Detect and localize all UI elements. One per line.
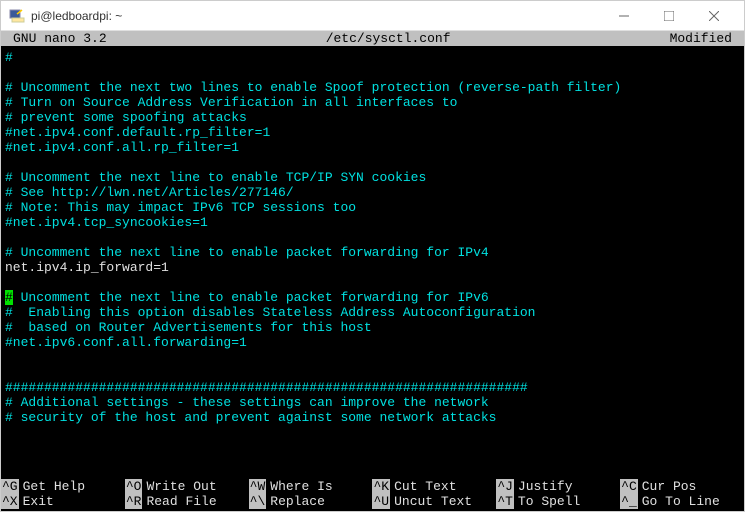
shortcut-label: Justify	[518, 479, 573, 494]
window-titlebar: pi@ledboardpi: ~	[1, 1, 744, 31]
shortcut-key: ^X	[1, 494, 19, 509]
editor-line: # Turn on Source Address Verification in…	[5, 95, 744, 110]
editor-line: # security of the host and prevent again…	[5, 410, 744, 425]
shortcut-label: Exit	[23, 494, 54, 509]
terminal-window: pi@ledboardpi: ~ GNU nano 3.2 /etc/sysct…	[0, 0, 745, 512]
shortcut-key: ^K	[372, 479, 390, 494]
nano-modified-status: Modified	[670, 31, 732, 46]
editor-line: # Additional settings - these settings c…	[5, 395, 744, 410]
editor-line	[5, 230, 744, 245]
shortcut-item: ^\Replace	[249, 494, 373, 509]
shortcut-item: ^G Get Help	[1, 479, 125, 494]
shortcut-row: ^GGet Help^OWrite Out^WWhere Is^KCut Tex…	[1, 479, 744, 494]
shortcut-label: Uncut Text	[394, 494, 472, 509]
shortcut-item: ^X Exit	[1, 494, 125, 509]
editor-line: # prevent some spoofing attacks	[5, 110, 744, 125]
shortcut-label: Replace	[270, 494, 325, 509]
shortcut-key: ^W	[249, 479, 267, 494]
shortcut-key: ^U	[372, 494, 390, 509]
shortcut-key: ^C	[620, 479, 638, 494]
editor-content[interactable]: # # Uncomment the next two lines to enabl…	[1, 46, 744, 479]
shortcut-key: ^G	[1, 479, 19, 494]
editor-line	[5, 275, 744, 290]
editor-line: # Enabling this option disables Stateles…	[5, 305, 744, 320]
shortcut-item: ^K Cut Text	[372, 479, 496, 494]
shortcut-item: ^RRead File	[125, 494, 249, 509]
editor-line: net.ipv4.ip_forward=1	[5, 260, 744, 275]
shortcut-label: Get Help	[23, 479, 85, 494]
window-title: pi@ledboardpi: ~	[31, 9, 601, 23]
editor-line: #net.ipv4.conf.default.rp_filter=1	[5, 125, 744, 140]
nano-status-bar: GNU nano 3.2 /etc/sysctl.conf Modified	[1, 31, 744, 46]
editor-line	[5, 155, 744, 170]
editor-line: #net.ipv4.conf.all.rp_filter=1	[5, 140, 744, 155]
close-button[interactable]	[691, 2, 736, 30]
editor-line: # Uncomment the next line to enable TCP/…	[5, 170, 744, 185]
shortcut-label: Cur Pos	[642, 479, 697, 494]
shortcut-label: Where Is	[270, 479, 332, 494]
shortcut-item: ^J Justify	[496, 479, 620, 494]
nano-filename: /etc/sysctl.conf	[107, 31, 670, 46]
shortcut-item: ^U Uncut Text	[372, 494, 496, 509]
shortcut-item: ^WWhere Is	[249, 479, 373, 494]
shortcut-key: ^R	[125, 494, 143, 509]
shortcut-key: ^T	[496, 494, 514, 509]
shortcut-row: ^XExit^RRead File^\Replace^UUncut Text^T…	[1, 494, 744, 509]
shortcut-label: Cut Text	[394, 479, 456, 494]
shortcut-key: ^O	[125, 479, 143, 494]
shortcut-label: To Spell	[518, 494, 580, 509]
terminal-area[interactable]: GNU nano 3.2 /etc/sysctl.conf Modified #…	[1, 31, 744, 511]
window-controls	[601, 2, 736, 30]
editor-line: # Note: This may impact IPv6 TCP session…	[5, 200, 744, 215]
editor-line: # Uncomment the next line to enable pack…	[5, 245, 744, 260]
editor-line: ########################################…	[5, 380, 744, 395]
shortcut-label: Go To Line	[642, 494, 720, 509]
nano-app-name: GNU nano 3.2	[13, 31, 107, 46]
shortcut-label: Read File	[146, 494, 216, 509]
shortcut-key: ^J	[496, 479, 514, 494]
nano-shortcut-bar: ^GGet Help^OWrite Out^WWhere Is^KCut Tex…	[1, 479, 744, 511]
editor-line: #net.ipv4.tcp_syncookies=1	[5, 215, 744, 230]
editor-line: # Uncomment the next line to enable pack…	[5, 290, 744, 305]
maximize-button[interactable]	[646, 2, 691, 30]
editor-line	[5, 65, 744, 80]
editor-line: #net.ipv6.conf.all.forwarding=1	[5, 335, 744, 350]
editor-line	[5, 365, 744, 380]
putty-icon	[9, 8, 25, 24]
editor-line: # Uncomment the next two lines to enable…	[5, 80, 744, 95]
shortcut-label: Write Out	[146, 479, 216, 494]
shortcut-key: ^_	[620, 494, 638, 509]
editor-line: # See http://lwn.net/Articles/277146/	[5, 185, 744, 200]
editor-line	[5, 350, 744, 365]
shortcut-item: ^_ Go To Line	[620, 494, 744, 509]
editor-line: # based on Router Advertisements for thi…	[5, 320, 744, 335]
shortcut-item: ^OWrite Out	[125, 479, 249, 494]
cursor: #	[5, 290, 13, 305]
shortcut-item: ^C Cur Pos	[620, 479, 744, 494]
shortcut-key: ^\	[249, 494, 267, 509]
editor-line: #	[5, 50, 744, 65]
minimize-button[interactable]	[601, 2, 646, 30]
shortcut-item: ^T To Spell	[496, 494, 620, 509]
